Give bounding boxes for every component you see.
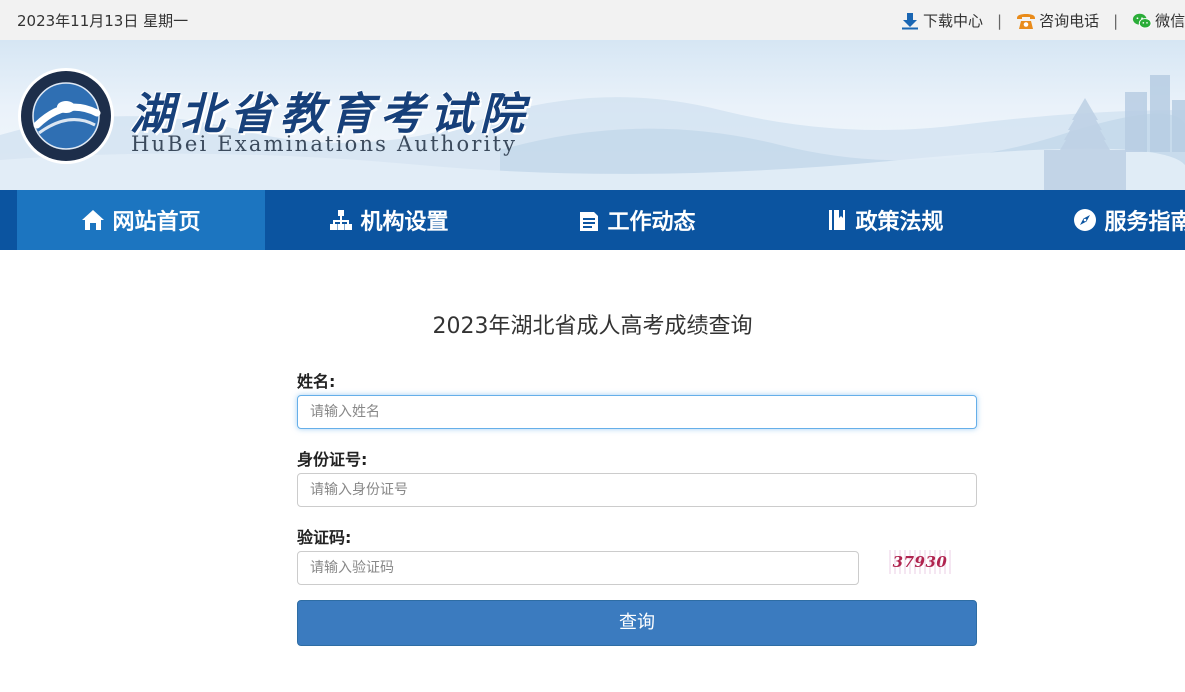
- nav-item-label: 工作动态: [607, 210, 696, 235]
- nav-item-label: 政策法规: [855, 210, 944, 235]
- query-button[interactable]: 查询: [297, 600, 977, 646]
- current-date: 2023年11月13日 星期一: [17, 12, 189, 30]
- separator: |: [1113, 11, 1119, 30]
- download-center-label: 下载中心: [923, 12, 984, 30]
- name-label: 姓名:: [297, 372, 336, 391]
- id-number-input[interactable]: [297, 473, 977, 507]
- nav-item-organization[interactable]: 机构设置: [265, 190, 513, 250]
- phone-icon: [1017, 13, 1036, 29]
- document-icon: [580, 212, 599, 231]
- book-icon: [829, 210, 846, 230]
- id-number-label: 身份证号:: [297, 450, 368, 469]
- captcha-image[interactable]: 37930: [889, 550, 951, 574]
- download-center-link[interactable]: 下载中心: [900, 10, 983, 31]
- nav-item-service-guide[interactable]: 服务指南: [1009, 190, 1185, 250]
- consult-phone-link[interactable]: 咨询电话: [1016, 10, 1099, 31]
- site-subtitle: HuBei Examinations Authority: [131, 132, 518, 156]
- separator: |: [997, 11, 1003, 30]
- page-title: 2023年湖北省成人高考成绩查询: [432, 314, 753, 339]
- wechat-icon: [1133, 13, 1152, 28]
- nav-item-label: 机构设置: [360, 210, 449, 235]
- nav-item-label: 服务指南: [1104, 210, 1185, 235]
- nav-item-policies[interactable]: 政策法规: [761, 190, 1009, 250]
- org-chart-icon: [330, 210, 353, 230]
- top-bar: 2023年11月13日 星期一 下载中心 | 咨询电话 | 微信: [0, 0, 1185, 40]
- captcha-label: 验证码:: [297, 528, 352, 547]
- download-icon: [902, 12, 918, 29]
- wechat-link[interactable]: 微信: [1132, 10, 1185, 31]
- hbea-logo: [18, 68, 114, 164]
- nav-item-work-news[interactable]: 工作动态: [513, 190, 761, 250]
- main-nav: 网站首页 机构设置 工作动态 政策法规 服务指南: [0, 190, 1185, 250]
- home-icon: [82, 210, 105, 230]
- wechat-label: 微信: [1155, 12, 1185, 30]
- consult-phone-label: 咨询电话: [1039, 12, 1100, 30]
- nav-item-home[interactable]: 网站首页: [17, 190, 265, 250]
- header-banner: 湖北省教育考试院 HuBei Examinations Authority: [0, 40, 1185, 190]
- captcha-input[interactable]: [297, 551, 859, 585]
- name-input[interactable]: [297, 395, 977, 429]
- compass-icon: [1074, 209, 1097, 231]
- nav-item-label: 网站首页: [112, 210, 201, 235]
- top-links: 下载中心 | 咨询电话 | 微信: [900, 10, 1185, 31]
